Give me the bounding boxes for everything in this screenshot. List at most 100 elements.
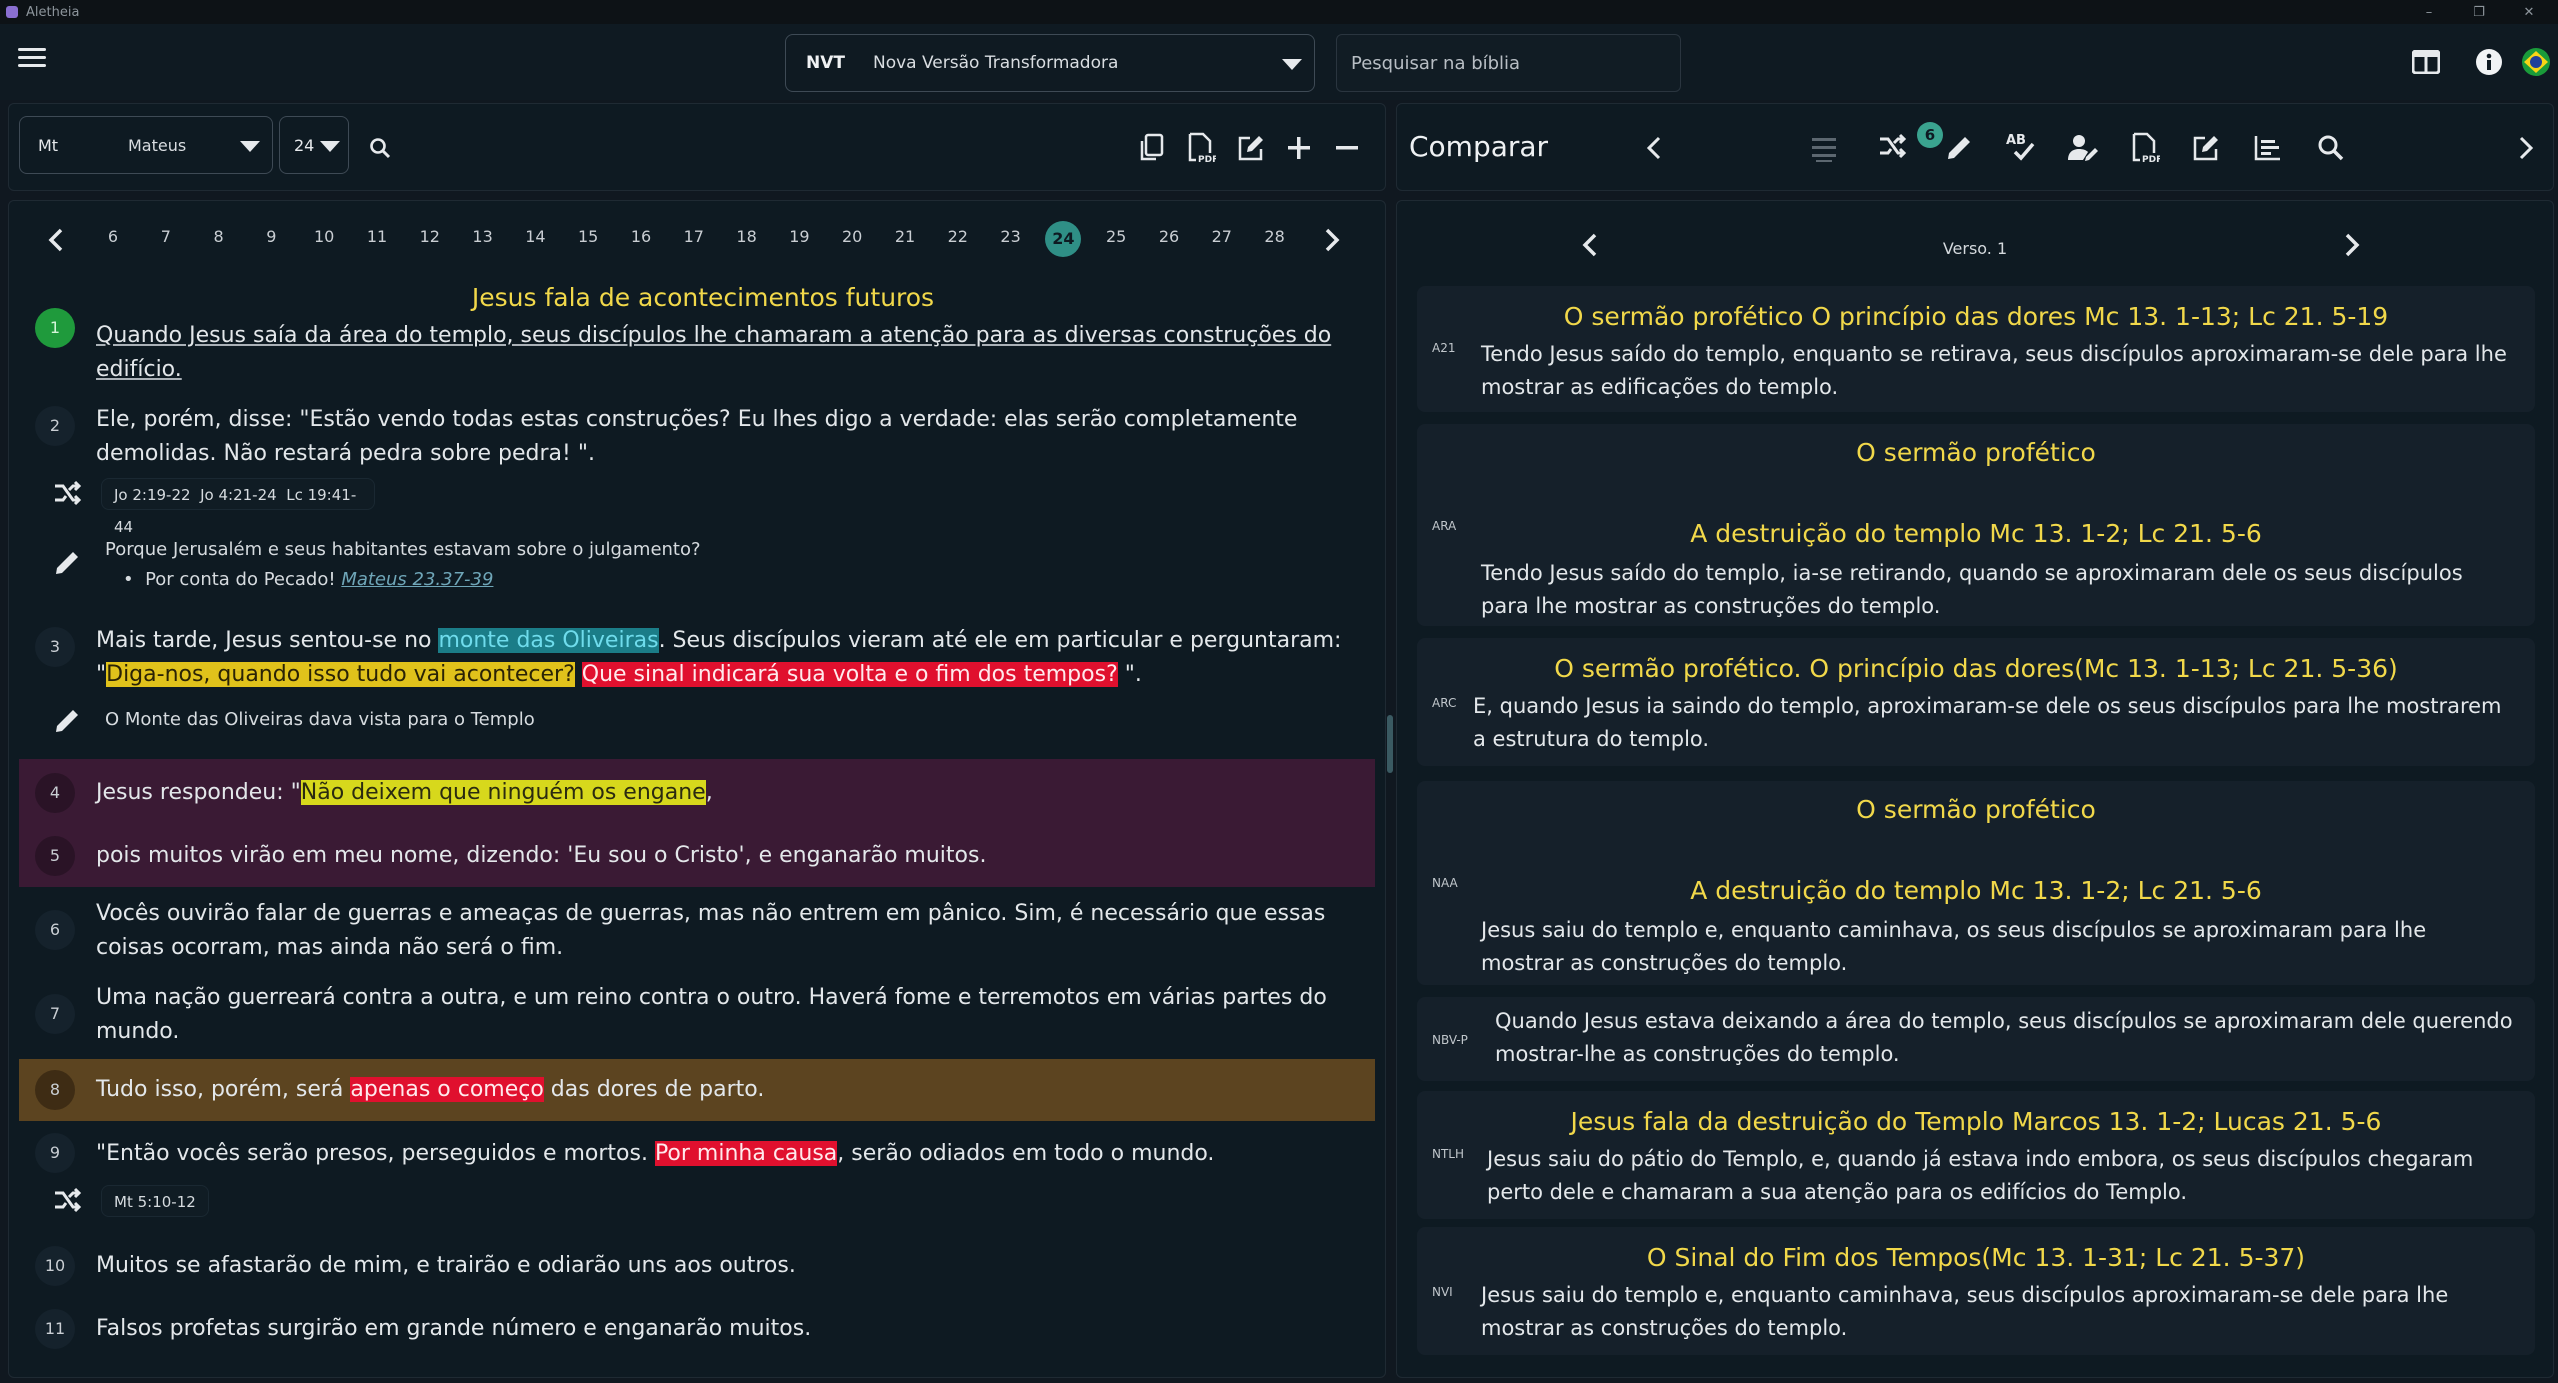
verse-number[interactable]: 9 — [35, 1133, 75, 1173]
reference-link[interactable]: Jo 4:21-24 — [200, 486, 277, 504]
version-card[interactable]: O Sinal do Fim dos Tempos(Mc 13. 1-31; L… — [1417, 1227, 2535, 1355]
verse-text[interactable]: Jesus respondeu: "Não deixem que ninguém… — [96, 776, 1336, 810]
chapter-link[interactable]: 6 — [93, 227, 133, 246]
brazil-flag-icon[interactable] — [2520, 46, 2552, 78]
chapter-link[interactable]: 13 — [463, 227, 503, 246]
panel-splitter[interactable] — [1387, 715, 1393, 773]
verse-text[interactable]: "Então vocês serão presos, perseguidos e… — [96, 1137, 1336, 1171]
pdf-icon[interactable]: PDF — [1184, 131, 1218, 165]
pdf-icon[interactable]: PDF — [2128, 131, 2162, 165]
reference-link[interactable]: Jo 2:19-22 — [114, 486, 191, 504]
verse-number[interactable]: 8 — [35, 1070, 75, 1110]
chapter-link[interactable]: 20 — [832, 227, 872, 246]
chapter-link[interactable]: 9 — [251, 227, 291, 246]
chapter-link[interactable]: 26 — [1149, 227, 1189, 246]
chapter-link[interactable]: 14 — [515, 227, 555, 246]
version-card[interactable]: Jesus fala da destruição do Templo Marco… — [1417, 1091, 2535, 1219]
bible-search-input[interactable] — [1351, 52, 1680, 74]
verse-text[interactable]: Muitos se afastarão de mim, e trairão e … — [96, 1249, 1336, 1283]
verse-number[interactable]: 10 — [35, 1246, 75, 1286]
back-icon[interactable] — [1637, 131, 1671, 165]
minimize-button[interactable]: – — [2404, 0, 2454, 24]
previous-chapter-icon[interactable] — [39, 223, 73, 257]
verse-number[interactable]: 2 — [35, 406, 75, 446]
chapter-select[interactable]: 24 — [279, 116, 349, 174]
highlight-teal[interactable]: monte das Oliveiras — [438, 628, 659, 653]
user-edit-icon[interactable] — [2067, 131, 2101, 165]
highlight-red[interactable]: Por minha causa — [654, 1141, 838, 1166]
spellcheck-icon[interactable]: AB — [2004, 129, 2038, 163]
version-select[interactable]: NVT Nova Versão Transformadora — [785, 34, 1315, 92]
highlight-yellow[interactable]: Diga-nos, quando isso tudo vai acontecer… — [106, 662, 575, 687]
chapter-link[interactable]: 23 — [991, 227, 1031, 246]
verse-number[interactable]: 7 — [35, 994, 75, 1034]
bible-search-field[interactable] — [1336, 34, 1681, 92]
highlight-yellow[interactable]: Não deixem que ninguém os engane — [300, 780, 706, 805]
highlight-red[interactable]: Que sinal indicará sua volta e o fim dos… — [581, 662, 1118, 687]
verse-text[interactable]: Ele, porém, disse: "Estão vendo todas es… — [96, 403, 1336, 471]
chart-icon[interactable] — [2250, 131, 2284, 165]
verse-text[interactable]: Quando Jesus saía da área do templo, seu… — [96, 319, 1356, 387]
cross-reference-icon[interactable] — [49, 477, 85, 513]
verse-number[interactable]: 5 — [35, 836, 75, 876]
forward-icon[interactable] — [2509, 131, 2543, 165]
book-select[interactable]: Mt Mateus — [19, 116, 273, 174]
chapter-link[interactable]: 24 — [1045, 221, 1082, 257]
verse-text[interactable]: Tudo isso, porém, será apenas o começo d… — [96, 1073, 1336, 1107]
chapter-link[interactable]: 7 — [146, 227, 186, 246]
chapter-link[interactable]: 22 — [938, 227, 978, 246]
pencil-icon[interactable] — [1942, 131, 1976, 165]
pencil-note-icon[interactable] — [49, 545, 85, 581]
chapter-link[interactable]: 19 — [779, 227, 819, 246]
next-verse-icon[interactable] — [2335, 228, 2369, 262]
chapter-link[interactable]: 16 — [621, 227, 661, 246]
cross-reference-icon[interactable] — [49, 1184, 85, 1220]
edit-note-icon[interactable] — [2189, 131, 2223, 165]
version-card[interactable]: O sermão profético. O princípio das dore… — [1417, 638, 2535, 766]
chapter-link[interactable]: 15 — [568, 227, 608, 246]
verse-number[interactable]: 11 — [35, 1309, 75, 1349]
cross-reference-chip[interactable]: Jo 2:19-22 Jo 4:21-24 Lc 19:41-44 — [101, 478, 375, 536]
chapter-link[interactable]: 12 — [410, 227, 450, 246]
highlight-red[interactable]: apenas o começo — [350, 1077, 544, 1102]
close-window-button[interactable]: ✕ — [2504, 0, 2554, 24]
cross-reference-chip[interactable]: Mt 5:10-12 — [101, 1185, 209, 1217]
increase-font-icon[interactable] — [1282, 131, 1316, 165]
next-chapter-icon[interactable] — [1315, 223, 1349, 257]
version-card[interactable]: O sermão profético O princípio das dores… — [1417, 286, 2535, 412]
restore-button[interactable]: ❐ — [2454, 0, 2504, 24]
pencil-note-icon[interactable] — [49, 703, 85, 739]
search-icon[interactable] — [2314, 131, 2348, 165]
reference-link[interactable]: Mt 5:10-12 — [114, 1193, 196, 1211]
verse-number[interactable]: 4 — [35, 773, 75, 813]
chapter-link[interactable]: 25 — [1096, 227, 1136, 246]
split-view-icon[interactable] — [2410, 46, 2442, 78]
verse-text[interactable]: pois muitos virão em meu nome, dizendo: … — [96, 839, 1336, 873]
edit-note-icon[interactable] — [1234, 131, 1268, 165]
search-icon[interactable] — [363, 131, 397, 165]
decrease-font-icon[interactable] — [1330, 131, 1364, 165]
chapter-link[interactable]: 8 — [199, 227, 239, 246]
menu-icon[interactable] — [18, 48, 46, 76]
chapter-link[interactable]: 18 — [727, 227, 767, 246]
chapter-link[interactable]: 21 — [885, 227, 925, 246]
verse-number[interactable]: 1 — [35, 308, 75, 348]
cross-reference-icon[interactable] — [1875, 131, 1909, 165]
verse-number[interactable]: 3 — [35, 627, 75, 667]
chapter-link[interactable]: 28 — [1255, 227, 1295, 246]
chapter-link[interactable]: 11 — [357, 227, 397, 246]
verse-text[interactable]: Mais tarde, Jesus sentou-se no monte das… — [96, 624, 1376, 692]
verse-text[interactable]: Falsos profetas surgirão em grande númer… — [96, 1312, 1336, 1346]
list-lines-icon[interactable] — [1807, 131, 1841, 165]
info-icon[interactable] — [2473, 46, 2505, 78]
note-reference-link[interactable]: Mateus 23.37-39 — [341, 569, 493, 590]
verse-text[interactable]: Vocês ouvirão falar de guerras e ameaças… — [96, 897, 1336, 965]
chapter-link[interactable]: 10 — [304, 227, 344, 246]
chapter-link[interactable]: 17 — [674, 227, 714, 246]
chapter-link[interactable]: 27 — [1202, 227, 1242, 246]
copy-icon[interactable] — [1134, 131, 1168, 165]
verse-number[interactable]: 6 — [35, 910, 75, 950]
version-card[interactable]: O sermão profético A destruição do templ… — [1417, 781, 2535, 985]
version-card[interactable]: NBV-P Quando Jesus estava deixando a áre… — [1417, 997, 2535, 1081]
version-card[interactable]: O sermão profético A destruição do templ… — [1417, 424, 2535, 626]
